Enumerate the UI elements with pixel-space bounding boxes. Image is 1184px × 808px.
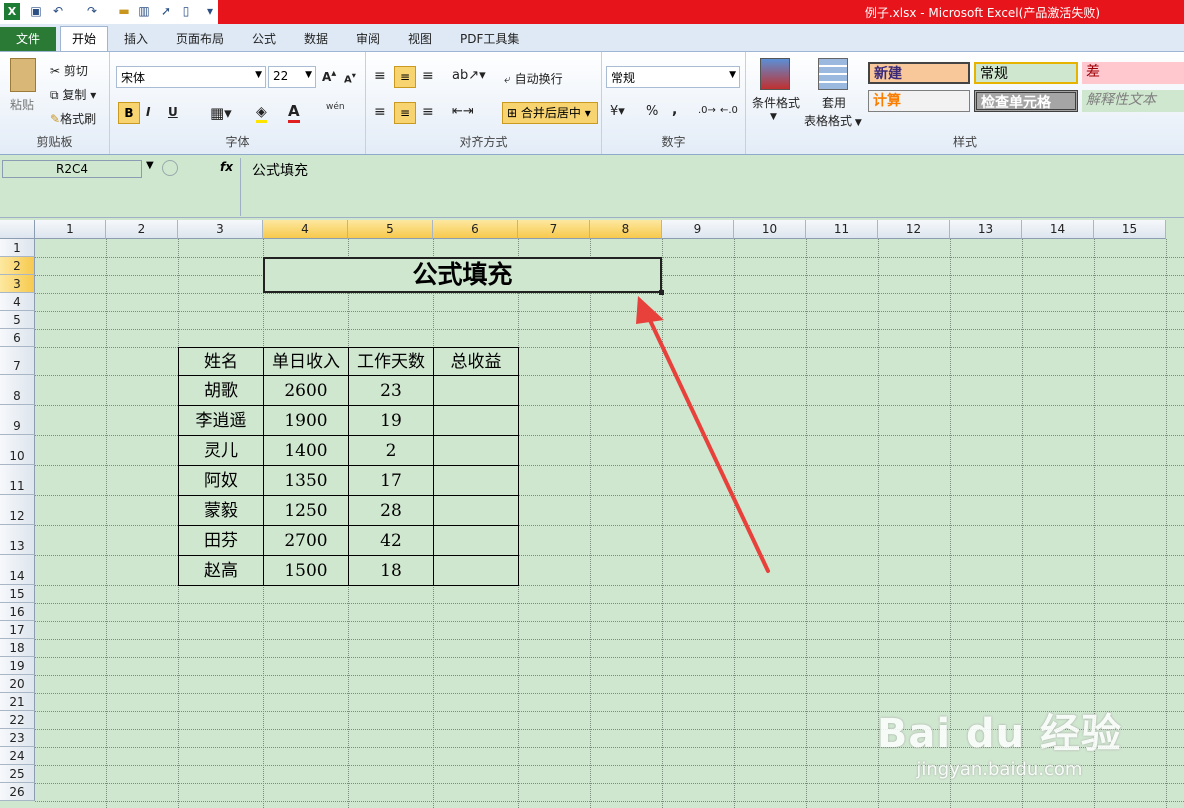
tab-pdf-tools[interactable]: PDF工具集: [454, 28, 525, 50]
tab-review[interactable]: 审阅: [350, 28, 386, 50]
style-check-cell[interactable]: 检查单元格: [974, 90, 1078, 112]
redo-icon[interactable]: ↷: [84, 3, 100, 19]
conditional-format-button[interactable]: 条件格式: [752, 94, 800, 111]
italic-button[interactable]: I: [146, 105, 150, 119]
style-normal[interactable]: 常规: [974, 62, 1078, 84]
styles-group-label: 样式: [952, 135, 977, 149]
tab-insert[interactable]: 插入: [118, 28, 154, 50]
chevron-down-icon: ▼: [729, 70, 736, 80]
indent-icon[interactable]: ⇤⇥: [452, 104, 474, 119]
customize-toolbar-icon[interactable]: ▾: [202, 3, 218, 19]
tab-formulas[interactable]: 公式: [246, 28, 282, 50]
tab-data[interactable]: 数据: [298, 28, 334, 50]
formula-expand-icon[interactable]: [162, 160, 178, 176]
grow-font-icon[interactable]: A▴: [322, 68, 336, 84]
excel-app-icon[interactable]: X: [4, 3, 20, 20]
table-format-label-1[interactable]: 套用: [822, 94, 846, 111]
clipboard-group: 粘贴 ✂ 剪切 ⧉ 复制 ▾ ✎格式刷 剪贴板: [0, 52, 110, 154]
align-top-icon[interactable]: ≡: [374, 68, 386, 84]
align-middle-icon[interactable]: ≡: [394, 66, 416, 88]
number-group: 常规 ▼ ¥▾ % , .0→ ←.0 数字: [602, 52, 746, 154]
align-left-icon[interactable]: ≡: [374, 104, 386, 120]
underline-button[interactable]: U: [168, 105, 178, 119]
chevron-down-icon: ▼: [770, 112, 777, 122]
style-bad[interactable]: 差: [1082, 62, 1184, 84]
border-icon[interactable]: ▦▾: [210, 104, 232, 122]
font-group: 宋体 ▼ 22 ▼ A▴ A▾ B I U ▦▾ ◈ A wén 字体: [110, 52, 366, 154]
style-explanatory[interactable]: 解释性文本: [1082, 90, 1184, 112]
watermark-brand: Bai du 经验: [876, 711, 1122, 757]
open-folder-icon[interactable]: ▬: [116, 3, 132, 19]
save-icon[interactable]: ▣: [28, 3, 44, 19]
copy-button[interactable]: ⧉ 复制 ▾: [50, 86, 96, 103]
formula-input[interactable]: 公式填充: [252, 160, 308, 180]
tab-home[interactable]: 开始: [60, 26, 108, 52]
align-bottom-icon[interactable]: ≡: [422, 68, 434, 84]
paste-button[interactable]: 粘贴: [10, 96, 34, 113]
comma-button[interactable]: ,: [672, 102, 677, 118]
format-painter-button[interactable]: ✎格式刷: [50, 110, 96, 127]
conditional-format-icon[interactable]: [760, 58, 790, 90]
chevron-down-icon: ▼: [255, 70, 262, 80]
copy-icon: ⧉: [50, 88, 59, 102]
tab-file[interactable]: 文件: [0, 27, 56, 51]
cursor-icon[interactable]: ➚: [158, 3, 174, 19]
wrap-text-icon: ⤶: [504, 72, 511, 86]
style-calculation[interactable]: 计算: [868, 90, 970, 112]
fill-color-icon[interactable]: ◈: [256, 104, 267, 123]
merge-center-button[interactable]: ⊞ 合并后居中 ▾: [502, 102, 598, 124]
font-color-icon[interactable]: A: [288, 102, 300, 123]
number-group-label: 数字: [661, 135, 686, 149]
baidu-watermark: Bai du 经验 jingyan.baidu.com: [877, 701, 1122, 780]
table-format-icon[interactable]: [818, 58, 848, 90]
chevron-down-icon: ▼: [305, 70, 312, 80]
undo-icon[interactable]: ↶: [50, 3, 66, 19]
brush-icon: ✎: [50, 112, 61, 126]
decrease-decimal-icon[interactable]: ←.0: [720, 105, 738, 116]
percent-button[interactable]: %: [646, 104, 658, 119]
chart-icon[interactable]: ▥: [136, 3, 152, 19]
window-title: 例子.xlsx - Microsoft Excel(产品激活失败): [864, 6, 1100, 20]
align-right-icon[interactable]: ≡: [422, 104, 434, 120]
paste-icon[interactable]: [10, 58, 36, 92]
font-group-label: 字体: [225, 135, 250, 149]
font-name-select[interactable]: 宋体 ▼: [116, 66, 266, 88]
phonetic-button[interactable]: wén: [326, 102, 345, 112]
merge-icon: ⊞: [507, 106, 518, 120]
watermark-url: jingyan.baidu.com: [916, 759, 1083, 780]
styles-group: 条件格式 ▼ 套用 表格格式 ▼ 新建 常规 差 计算 检查单元格 解释性文本 …: [746, 52, 1184, 154]
ribbon: 粘贴 ✂ 剪切 ⧉ 复制 ▾ ✎格式刷 剪贴板 宋体 ▼ 22 ▼ A▴ A▾ B …: [0, 51, 1184, 155]
wrap-text-button[interactable]: ⤶ 自动换行: [504, 70, 563, 87]
name-box[interactable]: R2C4: [2, 160, 142, 178]
shrink-font-icon[interactable]: A▾: [344, 70, 356, 85]
increase-decimal-icon[interactable]: .0→: [698, 105, 716, 116]
name-box-dropdown-icon[interactable]: ▼: [146, 160, 154, 171]
style-new[interactable]: 新建: [868, 62, 970, 84]
tab-page-layout[interactable]: 页面布局: [170, 28, 230, 50]
alignment-group: ≡ ≡ ≡ ab↗▾ ⤶ 自动换行 ≡ ≡ ≡ ⇤⇥ ⊞ 合并后居中 ▾ 对齐方…: [366, 52, 602, 154]
table-format-label-2[interactable]: 表格格式 ▼: [804, 112, 862, 129]
font-size-select[interactable]: 22 ▼: [268, 66, 316, 88]
number-format-select[interactable]: 常规 ▼: [606, 66, 740, 88]
new-doc-icon[interactable]: ▯: [178, 3, 194, 19]
tab-view[interactable]: 视图: [402, 28, 438, 50]
align-center-icon[interactable]: ≡: [394, 102, 416, 124]
alignment-group-label: 对齐方式: [459, 135, 508, 149]
formula-divider: [240, 158, 241, 216]
orientation-icon[interactable]: ab↗▾: [452, 68, 486, 83]
insert-function-icon[interactable]: fx: [220, 160, 233, 174]
clipboard-group-label: 剪贴板: [36, 135, 73, 149]
cut-button[interactable]: ✂ 剪切: [50, 62, 88, 79]
bold-button[interactable]: B: [118, 102, 140, 124]
currency-icon[interactable]: ¥▾: [610, 104, 625, 119]
scissors-icon: ✂: [50, 64, 61, 78]
